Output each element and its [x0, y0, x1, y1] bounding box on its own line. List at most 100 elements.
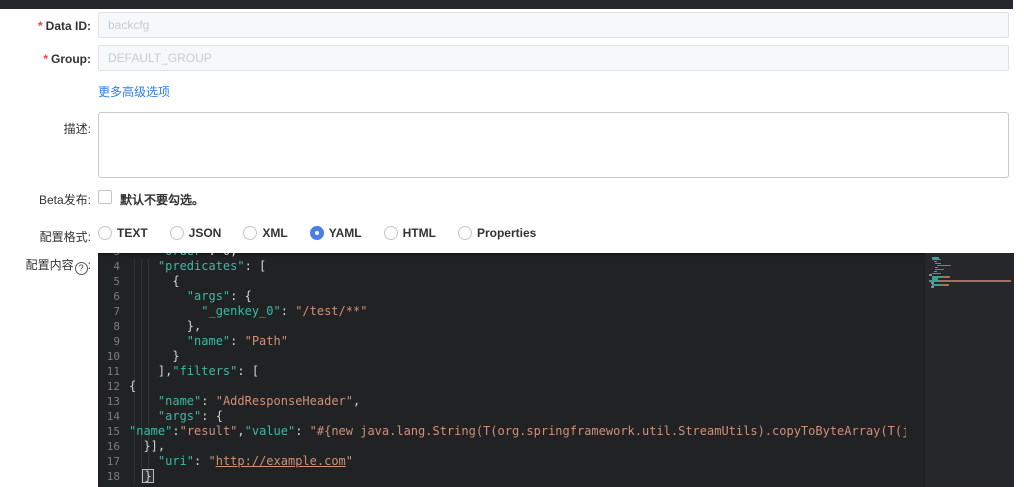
- code-token: "#{new java.lang.String(T(org.springfram…: [309, 424, 906, 438]
- editor-cursor: }: [142, 469, 154, 483]
- beta-label-text: Beta发布:: [38, 193, 91, 207]
- editor-line: 8 },: [98, 319, 906, 334]
- editor-line: 10 }: [98, 349, 906, 364]
- advanced-options-link[interactable]: 更多高级选项: [98, 83, 170, 100]
- line-number: 12: [106, 380, 120, 393]
- code-link[interactable]: http://example.com: [216, 454, 346, 468]
- radio-option-label: YAML: [328, 226, 362, 240]
- code-token: : [: [244, 259, 267, 273]
- minimap-line-mark: [929, 280, 1011, 282]
- code-token: :: [194, 454, 209, 468]
- code-token: ,: [237, 424, 245, 438]
- line-number: 18: [106, 470, 120, 483]
- minimap-line-mark: [930, 286, 934, 288]
- line-number: 9: [113, 335, 120, 348]
- editor-line: 6 "args": {: [98, 289, 906, 304]
- code-token: "result": [179, 424, 238, 438]
- code-token: {: [129, 274, 180, 288]
- line-number: 6: [113, 290, 120, 303]
- radio-option-label: JSON: [188, 226, 222, 240]
- format-option-YAML[interactable]: YAML: [309, 226, 362, 240]
- editor-minimap[interactable]: [925, 253, 1014, 487]
- required-asterisk: *: [37, 19, 43, 33]
- code-token: ,: [353, 394, 361, 408]
- line-number: 15: [106, 425, 120, 438]
- editor-line: 7 "_genkey_0": "/test/**": [98, 304, 906, 319]
- code-token: "_genkey_0": [201, 304, 281, 318]
- minimap-line-mark: [933, 270, 937, 273]
- code-token: }: [129, 349, 180, 363]
- config-content-editor[interactable]: 3 "order": 0,4 "predicates": [5 {6 "args…: [98, 253, 1014, 487]
- code-token: }],: [129, 439, 166, 453]
- code-token: "name": [186, 334, 231, 348]
- code-token: :: [280, 304, 296, 318]
- editor-line: 11 ],"filters": [: [98, 364, 906, 379]
- description-textarea[interactable]: [98, 112, 1009, 178]
- line-number: 16: [106, 440, 120, 453]
- data-id-label-text: Data ID:: [45, 19, 91, 33]
- line-number: 10: [106, 350, 120, 363]
- beta-label: Beta发布:: [0, 191, 91, 208]
- code-token: "AddResponseHeader": [215, 394, 353, 408]
- line-number: 5: [113, 275, 120, 288]
- code-token: ,: [230, 253, 237, 258]
- format-option-TEXT[interactable]: TEXT: [98, 226, 148, 240]
- code-token: "args": [186, 289, 231, 303]
- radio-icon: [243, 226, 258, 240]
- editor-line: 12 {: [98, 379, 906, 394]
- line-number: 7: [113, 305, 120, 318]
- help-icon[interactable]: ?: [74, 262, 88, 275]
- code-token: :: [172, 424, 180, 438]
- top-dark-bar: [0, 0, 1013, 9]
- content-label-text: 配置内容: [25, 258, 74, 272]
- code-token: ": [208, 454, 216, 468]
- code-token: "uri": [157, 454, 195, 468]
- code-token: "/test/**": [295, 304, 368, 318]
- radio-icon: [309, 226, 324, 240]
- content-label: 配置内容?:: [0, 256, 91, 275]
- code-token: : {: [201, 409, 223, 423]
- radio-option-label: HTML: [402, 226, 436, 240]
- editor-line: 15 "name":"result","value": "#{new java.l…: [98, 424, 906, 439]
- line-number: 17: [106, 455, 120, 468]
- code-token: :: [230, 334, 245, 348]
- editor-line: 17 "uri": "http://example.com": [98, 454, 906, 469]
- format-label: 配置格式:: [0, 228, 91, 245]
- radio-option-label: Properties: [476, 226, 537, 240]
- line-number: 11: [106, 365, 120, 378]
- minimap-line-mark: [932, 272, 941, 274]
- code-token: "args": [157, 409, 202, 423]
- line-number: 13: [106, 395, 120, 408]
- editor-code-lines: 3 "order": 0,4 "predicates": [5 {6 "args…: [98, 253, 906, 484]
- code-token: :: [208, 253, 222, 258]
- data-id-input[interactable]: [98, 12, 1009, 38]
- format-option-JSON[interactable]: JSON: [169, 226, 222, 240]
- format-option-Properties[interactable]: Properties: [457, 226, 537, 240]
- format-radio-group: TEXT JSON XML YAML HTML Properties: [98, 226, 536, 240]
- radio-option-label: XML: [262, 226, 288, 240]
- format-option-HTML[interactable]: HTML: [383, 226, 436, 240]
- editor-line: 9 "name": "Path": [98, 334, 906, 349]
- group-input[interactable]: [98, 45, 1009, 71]
- group-label: * Group:: [0, 52, 91, 66]
- code-token: :: [201, 394, 216, 408]
- beta-checkbox-hint: 默认不要勾选。: [120, 193, 205, 207]
- radio-icon: [169, 226, 184, 240]
- editor-line: 13 "name": "AddResponseHeader",: [98, 394, 906, 409]
- description-label: 描述:: [0, 120, 91, 137]
- radio-icon: [98, 226, 112, 240]
- radio-option-label: TEXT: [117, 226, 148, 240]
- code-token: : [: [237, 364, 260, 378]
- code-token: ],: [129, 364, 173, 378]
- editor-line: 14 "args": {: [98, 409, 906, 424]
- editor-line: 18 }: [98, 469, 906, 484]
- beta-checkbox[interactable]: [98, 190, 112, 204]
- minimap-line-mark: [935, 266, 939, 269]
- code-token: {: [129, 379, 137, 393]
- format-option-XML[interactable]: XML: [243, 226, 288, 240]
